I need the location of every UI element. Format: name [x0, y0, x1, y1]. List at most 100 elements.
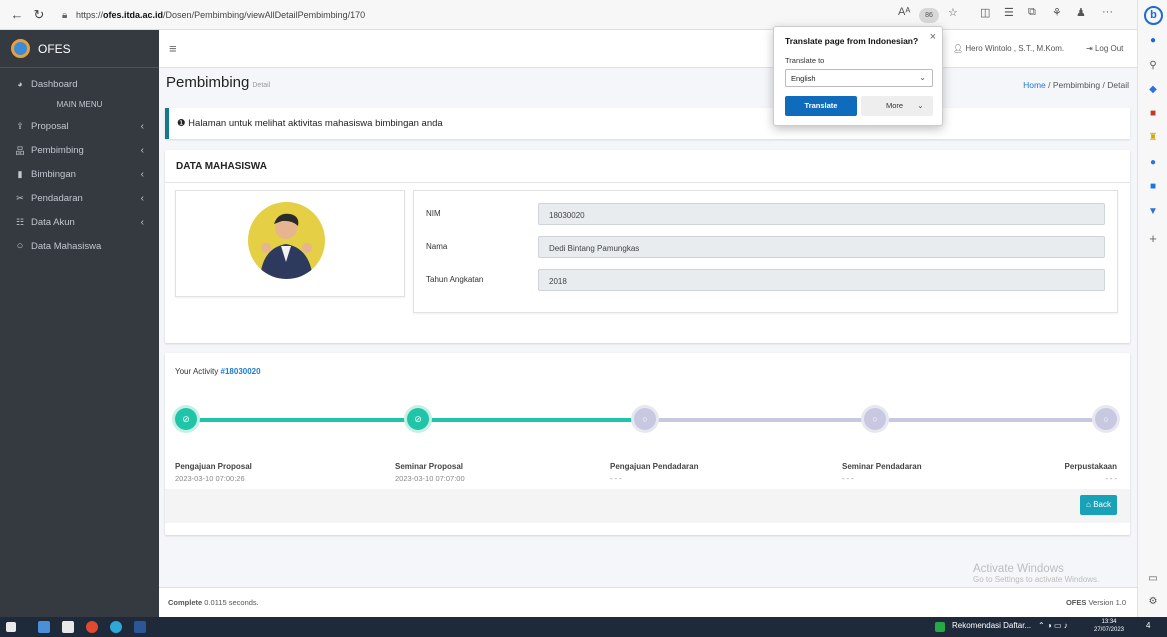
sidebar: OFES ◕ Dashboard MAIN MENU ⇪ Proposal ‹ … — [0, 30, 159, 617]
taskview-icon[interactable] — [38, 621, 50, 633]
tools-icon: ✂ — [16, 192, 24, 203]
activity-card: Your Activity #18030020 ⊘ ⊘ ○ ○ ○ Pengaj… — [165, 353, 1130, 535]
notification-app-icon[interactable] — [935, 622, 945, 632]
url-path: /Dosen/Pembimbing/viewAllDetailPembimbin… — [163, 10, 366, 20]
drop-icon[interactable]: ▼ — [1146, 206, 1160, 217]
sidebar-item-bimbingan[interactable]: ▮ Bimbingan ‹ — [0, 162, 159, 186]
activity-title-prefix: Your Activity — [175, 367, 219, 376]
sidebar-item-proposal[interactable]: ⇪ Proposal ‹ — [0, 114, 159, 138]
brand[interactable]: OFES — [0, 30, 159, 68]
popup-title: Translate page from Indonesian? — [785, 36, 919, 46]
breadcrumb-section: Pembimbing — [1052, 80, 1101, 90]
sidebar-item-label: Proposal — [31, 120, 69, 132]
circle-icon: ○ — [16, 240, 24, 252]
add-icon[interactable]: + — [1146, 231, 1160, 246]
tahun-angkatan-field[interactable]: 2018 — [538, 269, 1105, 291]
favorite-star-icon[interactable]: ☆ — [948, 6, 958, 19]
breadcrumb: Home / Pembimbing / Detail — [1023, 80, 1129, 90]
more-button[interactable]: More ⌄ — [861, 96, 933, 116]
sidebar-item-data-akun[interactable]: ☷ Data Akun ‹ — [0, 210, 159, 234]
activity-footer — [165, 489, 1130, 523]
callout-text: Halaman untuk melihat aktivitas mahasisw… — [188, 118, 443, 129]
hamburger-menu-icon[interactable]: ≡ — [169, 41, 177, 56]
translate-button[interactable]: Translate — [785, 96, 857, 116]
tag-icon[interactable]: ◆ — [1146, 84, 1160, 95]
profile-badge[interactable]: 86 — [919, 8, 939, 23]
collections-icon[interactable]: ⧉ — [1028, 6, 1036, 19]
chevron-down-icon: ⌄ — [917, 101, 924, 110]
chevron-left-icon: ‹ — [140, 168, 144, 180]
upload-icon: ⇪ — [16, 120, 24, 131]
games-icon[interactable]: ♜ — [1146, 132, 1160, 143]
sitemap-icon: 品 — [15, 145, 25, 156]
card-title: DATA MAHASISWA — [176, 161, 267, 172]
users-icon: ☷ — [15, 216, 25, 227]
sidebar-item-label: Data Akun — [31, 216, 75, 228]
app-name: OFES — [1065, 598, 1087, 607]
system-tray-icons[interactable]: ⌃ ◑ ▭ ♪ — [1038, 621, 1068, 630]
edge-sidebar: b ● ⚲ ◆ ■ ♜ ● ■ ▼ + ▭ ⚙ — [1137, 0, 1167, 617]
complete-label: Complete — [168, 598, 203, 607]
bing-icon[interactable]: b — [1144, 6, 1163, 25]
sidebar-item-pembimbing[interactable]: 品 Pembimbing ‹ — [0, 138, 159, 162]
back-arrow-icon[interactable]: ← — [6, 7, 28, 22]
sidebar-layout-icon[interactable]: ▭ — [1146, 573, 1160, 584]
ofes-logo-icon — [11, 39, 30, 58]
word-icon[interactable] — [134, 621, 146, 633]
chevron-left-icon: ‹ — [140, 144, 144, 156]
language-select[interactable]: English ⌄ — [785, 69, 933, 87]
dashboard-icon: ◕ — [17, 79, 23, 89]
back-button[interactable]: ⌂ Back — [1080, 495, 1117, 515]
notification-text[interactable]: Rekomendasi Daftar... — [952, 621, 1031, 630]
step-name: Pengajuan Proposal — [175, 462, 252, 471]
chevron-left-icon: ‹ — [140, 120, 144, 132]
step-date: - - - — [610, 474, 622, 483]
breadcrumb-home[interactable]: Home — [1023, 80, 1046, 90]
outlook-icon[interactable]: ■ — [1146, 181, 1160, 192]
photo-box — [175, 190, 405, 297]
office-icon[interactable]: ● — [1146, 157, 1160, 168]
chrome-icon[interactable] — [86, 621, 98, 633]
info-callout: ❶ Halaman untuk melihat aktivitas mahasi… — [165, 108, 1130, 139]
browser-essentials-icon[interactable]: ♟ — [1076, 6, 1086, 19]
close-icon[interactable]: × — [930, 31, 936, 43]
render-time: Complete 0.0115 seconds. — [168, 598, 259, 607]
clock-date: 27/07/2023 — [1093, 627, 1125, 633]
user-menu[interactable]: 👤︎ Hero Wintolo , S.T., M.Kom. — [953, 44, 1064, 53]
clock[interactable]: 13:34 27/07/2023 — [1092, 618, 1126, 634]
step-date: 2023-03-10 07:00:26 — [175, 474, 245, 483]
step-dot: ⊘ — [407, 408, 429, 430]
read-aloud-icon[interactable]: A͏ᴬ — [898, 6, 910, 18]
favorites-icon[interactable]: ☰ — [1004, 6, 1014, 19]
windows-start-icon[interactable] — [6, 622, 16, 632]
refresh-icon[interactable]: ↻ — [28, 7, 50, 23]
sidebar-item-label: Dashboard — [31, 78, 78, 90]
nim-field[interactable]: 18030020 — [538, 203, 1105, 225]
edge-icon[interactable] — [110, 621, 122, 633]
file-explorer-icon[interactable] — [62, 621, 74, 633]
search-icon[interactable]: ⚲ — [1146, 60, 1160, 71]
split-screen-icon[interactable]: ◫ — [980, 6, 990, 19]
complete-time: 0.0115 seconds. — [204, 598, 259, 607]
sidebar-item-data-mahasiswa[interactable]: ○ Data Mahasiswa — [0, 234, 159, 258]
page-title-text: Pembimbing — [166, 74, 250, 91]
shopping-icon[interactable]: ■ — [1146, 108, 1160, 119]
more-icon[interactable]: ··· — [1102, 6, 1113, 18]
sidebar-item-dashboard[interactable]: ◕ Dashboard — [0, 72, 159, 96]
activity-student-id[interactable]: #18030020 — [221, 367, 261, 376]
nama-field[interactable]: Dedi Bintang Pamungkas — [538, 236, 1105, 258]
divider — [165, 182, 1130, 183]
notification-icon[interactable]: ● — [1146, 35, 1160, 46]
extensions-icon[interactable]: ⚘ — [1052, 6, 1062, 19]
sidebar-item-pendadaran[interactable]: ✂ Pendadaran ‹ — [0, 186, 159, 210]
step-date: - - - — [1105, 474, 1117, 483]
step-dot: ○ — [1095, 408, 1117, 430]
step-name: Seminar Proposal — [395, 462, 464, 471]
settings-icon[interactable]: ⚙ — [1146, 596, 1160, 607]
sidebar-item-label: Pembimbing — [31, 144, 84, 156]
page-footer: Complete 0.0115 seconds. OFES Version 1.… — [159, 587, 1137, 617]
logout-link[interactable]: ⇥ Log Out — [1086, 44, 1123, 53]
page-subtitle: Detail — [252, 82, 271, 89]
action-center-icon[interactable]: 4 — [1146, 621, 1150, 630]
address-bar[interactable]: 🔒︎ https:// ofes.itda.ac.id /Dosen/Pembi… — [62, 5, 902, 25]
